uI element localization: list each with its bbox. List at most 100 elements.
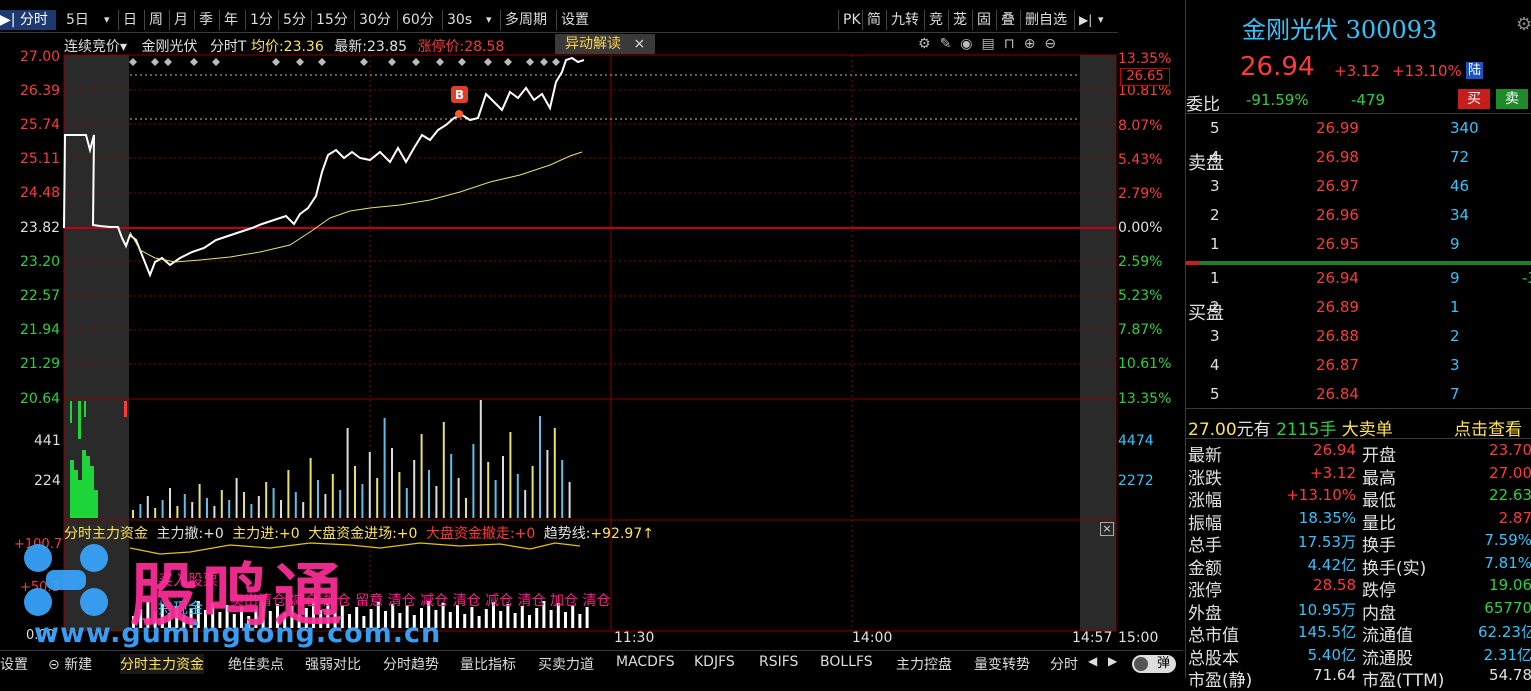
big-order-more-link[interactable]: 点击查看 <box>1454 415 1522 440</box>
indicator-bar <box>578 614 582 628</box>
volume-bar <box>413 460 416 518</box>
stat-value-1: 5.40亿 <box>1307 645 1356 664</box>
tab-5min[interactable]: 5分 <box>278 10 306 30</box>
ask-row[interactable]: 1 26.95 9 <box>1186 232 1531 258</box>
big-order-desc: 大卖单 <box>1341 420 1393 440</box>
tab-best-sell[interactable]: 绝佳卖点 <box>228 654 284 674</box>
time-label: 11:30 <box>614 630 655 646</box>
cloud-button[interactable]: 茏 <box>948 10 967 30</box>
stat-value-2: 7.59% <box>1484 531 1531 549</box>
stat-label-2: 流通股 <box>1362 648 1413 669</box>
stat-value-1: 17.53万 <box>1298 533 1356 551</box>
volume-bar <box>86 456 90 518</box>
bid-row[interactable]: 4 26.87 3 <box>1186 353 1531 379</box>
tab-macdfs[interactable]: MACDFS <box>616 654 675 670</box>
stat-label-2: 换手(实) <box>1362 558 1427 579</box>
volume-bar <box>331 474 334 518</box>
tab-quarter[interactable]: 季 <box>194 10 213 30</box>
tab-60min[interactable]: 60分 <box>397 10 434 30</box>
tab-volume-turn[interactable]: 量变转势 <box>974 654 1030 674</box>
tab-main-control[interactable]: 主力控盘 <box>896 654 952 674</box>
indicator-bar <box>463 614 467 628</box>
sell-button[interactable]: 卖 <box>1496 89 1528 109</box>
tab-year[interactable]: 年 <box>219 10 238 30</box>
tab-intraday-more[interactable]: 分时 <box>1050 654 1078 674</box>
chevron-down-icon[interactable]: ▾ <box>1098 10 1104 30</box>
volume-bar <box>272 488 275 518</box>
tab-kdjfs[interactable]: KDJFS <box>694 654 735 670</box>
big-order-row[interactable]: 27.00元有 2115手 大卖单 <box>1188 415 1393 440</box>
ask-price: 26.96 <box>1316 206 1359 224</box>
indicator-bar <box>535 608 539 628</box>
bid-row[interactable]: 2 26.89 1 <box>1186 295 1531 321</box>
bid-price: 26.88 <box>1316 327 1359 345</box>
stat-label-1: 最新 <box>1188 446 1222 466</box>
volume-bar <box>405 488 408 518</box>
ask-level: 5 <box>1210 119 1220 137</box>
tab-volume-ratio[interactable]: 量比指标 <box>460 654 516 674</box>
tab-trend[interactable]: 分时趋势 <box>383 654 439 674</box>
tab-buy-sell-force[interactable]: 买卖力道 <box>538 654 594 674</box>
indicator-bar <box>528 615 531 628</box>
indicator-item-value: +0 <box>396 526 418 542</box>
volume-bar <box>94 490 98 518</box>
stat-value-2: 19.06 <box>1489 576 1531 594</box>
bid-level: 1 <box>1210 269 1220 287</box>
volume-bar <box>191 502 194 518</box>
volume-bar <box>78 480 82 518</box>
tab-rsifs[interactable]: RSIFS <box>759 654 798 670</box>
collapse-panel-icon[interactable]: ▶| <box>1074 10 1092 30</box>
stat-label-2: 市盈(TTM) <box>1362 671 1445 691</box>
popup-toggle[interactable]: 弹 <box>1132 655 1176 673</box>
tab-intraday[interactable]: ▶| 分时 <box>0 10 56 30</box>
scroll-left-icon[interactable]: ◀ <box>1088 654 1097 668</box>
buy-button[interactable]: 买 <box>1458 89 1490 109</box>
bid-volume: 1 <box>1450 298 1460 316</box>
gumingtong-logo <box>16 540 116 620</box>
tab-day[interactable]: 日 <box>118 10 137 30</box>
bid-row[interactable]: 1 26.94 9 -3 <box>1186 266 1531 292</box>
signal-diamonds <box>129 58 560 66</box>
settings-button[interactable]: 设置 <box>556 10 589 30</box>
tab-bollfs[interactable]: BOLLFS <box>820 654 873 670</box>
volume-bar <box>435 486 438 518</box>
tab-week[interactable]: 周 <box>144 10 163 30</box>
stat-label-1: 总市值 <box>1188 626 1239 646</box>
pk-button[interactable]: PK <box>838 10 861 30</box>
stat-label-2: 流通值 <box>1362 626 1413 646</box>
volume-bar <box>376 478 379 518</box>
tab-15min[interactable]: 15分 <box>311 10 348 30</box>
chevron-down-icon[interactable]: ▾ <box>486 10 492 30</box>
tab-settings[interactable]: 设置 <box>0 654 28 674</box>
nine-turn-button[interactable]: 九转 <box>886 10 919 30</box>
stat-value-2: 7.81% <box>1484 553 1531 572</box>
tab-main-fund[interactable]: 分时主力资金 <box>120 654 204 674</box>
tab-30s[interactable]: 30s <box>442 10 472 30</box>
bid-row[interactable]: 3 26.88 2 <box>1186 324 1531 350</box>
tab-multi-period[interactable]: 多周期 <box>500 10 547 30</box>
tab-1min[interactable]: 1分 <box>245 10 273 30</box>
volume-bar <box>161 500 164 518</box>
tab-new[interactable]: ⊝ 新建 <box>48 654 92 674</box>
fix-button[interactable]: 固 <box>972 10 991 30</box>
close-icon[interactable]: × <box>1100 522 1114 536</box>
tab-strength[interactable]: 强弱对比 <box>305 654 361 674</box>
ask-row[interactable]: 3 26.97 46 <box>1186 174 1531 200</box>
ask-row[interactable]: 4 26.98 72 <box>1186 145 1531 171</box>
tab-30min[interactable]: 30分 <box>354 10 391 30</box>
tab-5day[interactable]: 5日 <box>66 10 89 30</box>
scroll-right-icon[interactable]: ▶ <box>1108 654 1117 668</box>
gear-icon[interactable]: ⚙ <box>1516 14 1531 35</box>
overlay-button[interactable]: 叠 <box>996 10 1015 30</box>
simple-button[interactable]: 简 <box>862 10 881 30</box>
bid-row[interactable]: 5 26.84 7 <box>1186 382 1531 408</box>
remove-watchlist-button[interactable]: 删自选 <box>1020 10 1067 30</box>
volume-bar <box>509 432 512 518</box>
chevron-down-icon[interactable]: ▾ <box>104 10 110 30</box>
ask-row[interactable]: 5 26.99 340 <box>1186 116 1531 142</box>
big-order-unit: 元有 <box>1236 420 1271 440</box>
connect-badge[interactable]: 陆 <box>1466 62 1483 79</box>
auction-button[interactable]: 竞 <box>924 10 943 30</box>
tab-month[interactable]: 月 <box>169 10 188 30</box>
ask-row[interactable]: 2 26.96 34 <box>1186 203 1531 229</box>
